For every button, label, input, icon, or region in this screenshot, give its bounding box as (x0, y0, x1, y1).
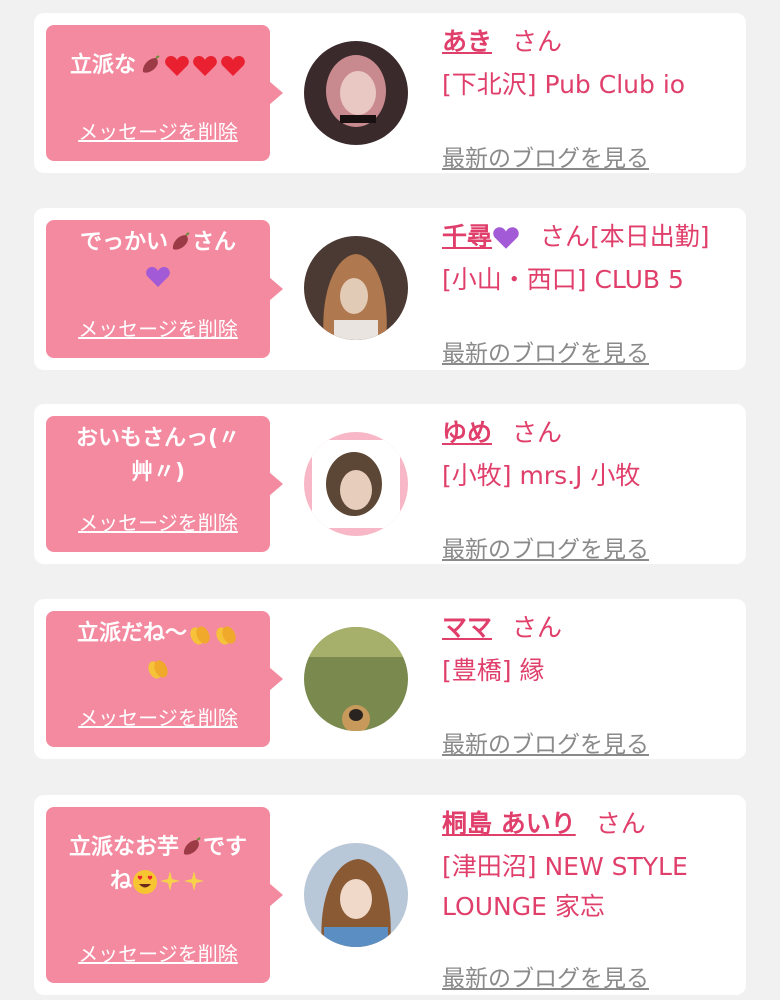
heart-icon (193, 56, 217, 76)
name-line: ゆめ さん (442, 416, 738, 450)
attendance-status: [本日出勤] (590, 222, 710, 251)
honorific: さん (512, 613, 563, 642)
cast-name-link[interactable]: ゆめ (442, 418, 492, 447)
message-emoji-group (138, 54, 246, 78)
delete-message-link[interactable]: メッセージを削除 (46, 313, 270, 342)
message-segment: さん (192, 230, 237, 255)
avatar-photo (304, 432, 408, 536)
heart-icon (165, 56, 189, 76)
cast-name-link[interactable]: あき (442, 27, 492, 56)
cast-name-link[interactable]: 桐島 あいり (442, 809, 576, 838)
cast-info: 桐島 あいり さん [津田沼] NEW STYLE LOUNGE 家忘 最新のブロ… (442, 807, 738, 992)
message-segment: です (203, 835, 248, 860)
avatar-photo (304, 236, 408, 340)
delete-message-link[interactable]: メッセージを削除 (46, 938, 270, 967)
shop-name: [小山・西口] CLUB 5 (442, 265, 684, 294)
honorific: さん (595, 809, 646, 838)
message-line: 立派だね〜 (54, 617, 262, 651)
honorific: さん (540, 222, 591, 251)
avatar-photo (304, 843, 408, 947)
message-text: おいもさんっ(〃 艸〃) (46, 416, 270, 490)
avatar[interactable] (304, 432, 408, 536)
name-line: 千尋 さん[本日出勤] (442, 220, 738, 254)
message-text: 立派だね〜 (46, 611, 270, 685)
avatar[interactable] (304, 41, 408, 145)
message-card: 立派だね〜 メッセージを削除 ママ さん [豊橋] 縁 最新のブログを見る (34, 599, 746, 759)
message-line: 立派なお芋 です (54, 831, 262, 865)
cast-info: 千尋 さん[本日出勤] [小山・西口] CLUB 5 最新のブログを見る (442, 220, 738, 367)
sweet-potato-icon (142, 55, 160, 73)
message-bubble: 立派な メッセージを削除 (46, 25, 283, 161)
message-segment: 立派なお芋 (68, 835, 179, 860)
cast-info: あき さん [下北沢] Pub Club io 最新のブログを見る (442, 25, 738, 172)
message-card: 立派な メッセージを削除 あき さん [下北沢] Pub Club io 最新の… (34, 13, 746, 173)
avatar-photo (304, 41, 408, 145)
message-line: 艸〃) (130, 460, 186, 485)
delete-message-link[interactable]: メッセージを削除 (46, 702, 270, 731)
latest-blog-link[interactable]: 最新のブログを見る (442, 334, 649, 368)
clapping-hands-icon (190, 626, 210, 645)
shop-name: [津田沼] NEW STYLE LOUNGE 家忘 (442, 847, 738, 927)
message-bubble: 立派なお芋 です ね メッセージを削除 (46, 807, 283, 983)
honorific: さん (512, 418, 563, 447)
cast-info: ママ さん [豊橋] 縁 最新のブログを見る (442, 611, 738, 758)
message-line (54, 260, 262, 294)
message-line: でっかい さん (54, 226, 262, 260)
message-text: 立派なお芋 です ね (46, 807, 270, 899)
sweet-potato-icon (183, 837, 201, 855)
latest-blog-link[interactable]: 最新のブログを見る (442, 725, 649, 759)
shop-name-line: LOUNGE 家忘 (442, 892, 605, 921)
message-card: 立派なお芋 です ね メッセージを削除 桐島 あいり さん [津田沼] NEW ST… (34, 795, 746, 995)
shop-name-line: [津田沼] NEW STYLE (442, 852, 688, 881)
cast-info: ゆめ さん [小牧] mrs.J 小牧 最新のブログを見る (442, 416, 738, 563)
latest-blog-link[interactable]: 最新のブログを見る (442, 139, 649, 173)
clapping-hands-icon (216, 626, 236, 645)
purple-heart-icon (146, 267, 170, 287)
shop-name: [豊橋] 縁 (442, 656, 545, 685)
avatar[interactable] (304, 843, 408, 947)
message-text: 立派な (46, 25, 270, 83)
name-line: 桐島 あいり さん (442, 807, 738, 841)
delete-message-link[interactable]: メッセージを削除 (46, 116, 270, 145)
message-bubble: 立派だね〜 メッセージを削除 (46, 611, 283, 747)
message-text: でっかい さん (46, 220, 270, 294)
sweet-potato-icon (172, 232, 190, 250)
message-line: 立派な (69, 53, 136, 78)
name-line: ママ さん (442, 611, 738, 645)
sparkles-icon (160, 871, 180, 891)
message-segment: でっかい (79, 230, 168, 255)
honorific: さん (512, 27, 563, 56)
message-card: おいもさんっ(〃 艸〃) メッセージを削除 ゆめ さん [小牧] mrs.J 小牧… (34, 404, 746, 564)
cast-name-link[interactable]: ママ (442, 613, 492, 642)
message-bubble: でっかい さん メッセージを削除 (46, 220, 283, 358)
message-segment: 立派だね〜 (76, 621, 187, 646)
heart-eyes-icon (133, 870, 157, 894)
purple-heart-icon (493, 227, 519, 249)
clapping-hands-icon (148, 660, 168, 679)
message-card: でっかい さん メッセージを削除 千尋 さん[本日出勤] [小山・西口] CLUB … (34, 208, 746, 370)
cast-name-link[interactable]: 千尋 (442, 222, 520, 251)
avatar-photo (304, 627, 408, 731)
message-bubble: おいもさんっ(〃 艸〃) メッセージを削除 (46, 416, 283, 552)
heart-icon (221, 56, 245, 76)
avatar[interactable] (304, 627, 408, 731)
shop-name: [下北沢] Pub Club io (442, 70, 686, 99)
message-line: ね (54, 865, 262, 899)
avatar[interactable] (304, 236, 408, 340)
cast-name-text: 千尋 (442, 222, 493, 251)
latest-blog-link[interactable]: 最新のブログを見る (442, 959, 649, 993)
message-segment: ね (109, 869, 132, 894)
message-line: おいもさんっ(〃 (75, 426, 241, 451)
latest-blog-link[interactable]: 最新のブログを見る (442, 530, 649, 564)
name-line: あき さん (442, 25, 738, 59)
message-line (54, 651, 262, 685)
sparkles-icon (184, 871, 204, 891)
message-list: 立派な メッセージを削除 あき さん [下北沢] Pub Club io 最新の… (0, 0, 780, 1000)
shop-name: [小牧] mrs.J 小牧 (442, 461, 641, 490)
delete-message-link[interactable]: メッセージを削除 (46, 507, 270, 536)
